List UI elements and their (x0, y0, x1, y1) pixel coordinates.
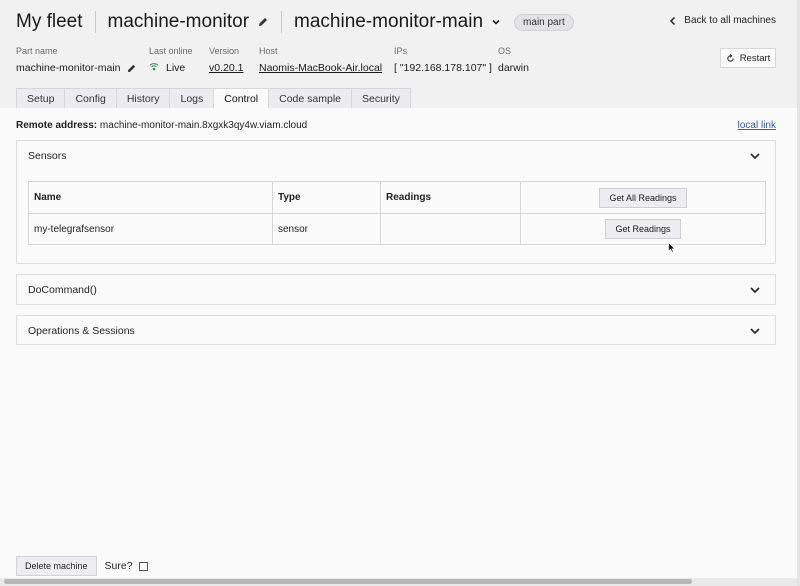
column-header-type: Type (273, 182, 381, 213)
footer: Delete machine Sure? (16, 556, 148, 576)
table-header-row: Name Type Readings Get All Readings (29, 182, 765, 213)
tab-history[interactable]: History (115, 88, 170, 109)
control-content: Remote address: machine-monitor-main.8xg… (0, 108, 800, 586)
host-link[interactable]: Naomis-MacBook-Air.local (259, 62, 382, 74)
tab-bar: Setup Config History Logs Control Code s… (16, 88, 411, 109)
ips-value: [ "192.168.178.107" ] (394, 62, 492, 74)
back-to-machines-link[interactable]: Back to all machines (669, 15, 776, 26)
tab-security[interactable]: Security (351, 88, 411, 109)
meta-label: Host (259, 46, 278, 56)
operations-panel-header[interactable]: Operations & Sessions (17, 316, 775, 345)
table-header-action-cell: Get All Readings (521, 182, 765, 213)
meta-ips: IPs [ "192.168.178.107" ] (394, 46, 492, 74)
meta-label: Version (209, 46, 240, 56)
horizontal-scrollbar[interactable] (0, 578, 800, 586)
operations-panel-title: Operations & Sessions (28, 324, 135, 337)
sure-confirm: Sure? (105, 560, 148, 572)
mouse-cursor-icon (668, 242, 676, 253)
docommand-panel-title: DoCommand() (28, 283, 97, 296)
column-header-name: Name (29, 182, 273, 213)
chevron-down-icon (750, 286, 760, 293)
back-link-label: Back to all machines (684, 15, 776, 26)
get-all-readings-button[interactable]: Get All Readings (599, 187, 687, 208)
part-crumb[interactable]: machine-monitor-main (294, 11, 483, 33)
divider (94, 11, 96, 33)
meta-label: Last online (149, 46, 193, 56)
scrollbar-thumb[interactable] (4, 579, 692, 584)
version-link[interactable]: v0.20.1 (209, 62, 243, 74)
page-header: My fleet machine-monitor machine-monitor… (0, 0, 800, 109)
table-row: my-telegrafsensor sensor Get Readings (29, 213, 765, 244)
tab-logs[interactable]: Logs (169, 88, 214, 109)
sensors-panel: Sensors Name Type Readings Get All Readi… (16, 140, 776, 264)
meta-label: OS (498, 46, 512, 56)
remote-address: Remote address: machine-monitor-main.8xg… (16, 120, 307, 131)
tab-config[interactable]: Config (64, 88, 116, 109)
sensor-type-cell: sensor (273, 214, 381, 244)
sensors-panel-title: Sensors (28, 149, 67, 162)
restart-icon (726, 53, 734, 62)
restart-label: Restart (739, 52, 771, 64)
divider (281, 11, 283, 33)
get-readings-button[interactable]: Get Readings (605, 219, 681, 239)
meta-label: Part name (16, 46, 58, 56)
sensor-name-cell: my-telegrafsensor (29, 214, 273, 244)
pencil-icon[interactable] (126, 63, 137, 74)
docommand-panel: DoCommand() (16, 274, 776, 305)
main-part-badge: main part (514, 13, 574, 31)
chevron-down-icon (750, 327, 760, 334)
meta-os: OS darwin (498, 46, 529, 74)
sure-label: Sure? (104, 560, 133, 572)
sensor-readings-cell (381, 214, 521, 244)
sensor-action-cell: Get Readings (521, 214, 765, 244)
sensors-table: Name Type Readings Get All Readings my-t… (28, 181, 766, 245)
meta-last-online: Last online Live (149, 46, 193, 74)
meta-version: Version v0.20.1 (209, 46, 243, 74)
live-status: Live (166, 62, 186, 74)
meta-host: Host Naomis-MacBook-Air.local (259, 46, 382, 74)
operations-panel: Operations & Sessions (16, 315, 776, 345)
machine-crumb[interactable]: machine-monitor (108, 11, 250, 33)
local-link[interactable]: local link (738, 120, 776, 131)
remote-address-label: Remote address: (16, 120, 98, 131)
pencil-icon[interactable] (257, 16, 269, 28)
restart-button[interactable]: Restart (720, 48, 776, 68)
remote-address-value: machine-monitor-main.8xgxk3qy4w.viam.clo… (99, 120, 308, 131)
tab-code-sample[interactable]: Code sample (268, 88, 351, 109)
chevron-down-icon[interactable] (490, 16, 502, 28)
tab-control[interactable]: Control (213, 88, 269, 109)
sensors-panel-header[interactable]: Sensors (17, 141, 775, 170)
tab-setup[interactable]: Setup (16, 88, 65, 109)
fleet-crumb[interactable]: My fleet (16, 11, 83, 33)
part-name-value: machine-monitor-main (16, 62, 121, 74)
breadcrumb: My fleet machine-monitor machine-monitor… (16, 8, 574, 36)
docommand-panel-header[interactable]: DoCommand() (17, 275, 775, 304)
sure-checkbox[interactable] (138, 561, 148, 571)
chevron-left-icon (670, 16, 676, 25)
os-value: darwin (498, 62, 529, 74)
live-signal-icon (149, 63, 159, 71)
meta-part-name: Part name machine-monitor-main (16, 46, 137, 74)
delete-machine-button[interactable]: Delete machine (16, 556, 97, 576)
column-header-readings: Readings (381, 182, 521, 213)
meta-label: IPs (394, 46, 408, 56)
chevron-down-icon (750, 152, 760, 159)
